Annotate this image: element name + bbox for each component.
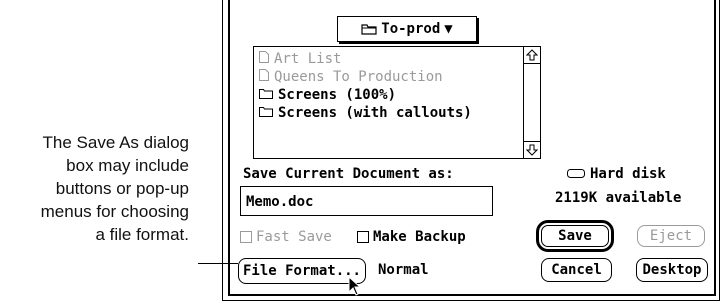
save-button[interactable]: Save — [536, 220, 614, 252]
fast-save-checkbox[interactable]: Fast Save — [240, 229, 332, 245]
document-icon — [259, 50, 269, 68]
eject-button[interactable]: Eject — [637, 225, 705, 247]
list-item[interactable]: Screens (100%) — [254, 86, 522, 104]
disk-name: Hard disk — [590, 166, 666, 182]
folder-name: Screens (100%) — [278, 87, 397, 103]
callout-line: menus for choosing — [40, 202, 189, 221]
scroll-up-arrow-icon[interactable] — [524, 47, 540, 64]
callout-line: The Save As dialog — [42, 133, 189, 152]
checkbox-box — [240, 231, 252, 243]
pointer-cursor-icon — [348, 275, 362, 300]
make-backup-label: Make Backup — [373, 229, 466, 245]
desktop-button[interactable]: Desktop — [636, 258, 708, 282]
document-icon — [259, 68, 269, 86]
callout-line: box may include — [66, 156, 189, 175]
checkbox-box — [357, 231, 369, 243]
fast-save-label: Fast Save — [256, 229, 332, 245]
hard-disk-icon — [567, 166, 585, 182]
callout-text: The Save As dialog box may include butto… — [0, 131, 189, 246]
file-format-value: Normal — [378, 262, 429, 278]
save-document-label: Save Current Document as: — [243, 166, 454, 182]
folder-popup-label: To-prod — [381, 21, 441, 37]
file-list[interactable]: Art List Queens To Production Screens (1… — [253, 46, 541, 159]
chevron-down-icon: ▼ — [444, 21, 453, 37]
list-item[interactable]: Art List — [254, 50, 522, 68]
filename-input[interactable]: Memo.doc — [240, 186, 493, 216]
scroll-down-arrow-icon[interactable] — [524, 141, 540, 158]
file-name: Queens To Production — [274, 69, 443, 85]
folder-popup-menu[interactable]: To-prod ▼ — [337, 16, 477, 42]
disk-available-space: 2119K available — [555, 190, 682, 206]
file-list-scrollbar[interactable] — [523, 47, 540, 158]
folder-name: Screens (with callouts) — [278, 105, 472, 121]
folder-icon — [259, 104, 273, 122]
make-backup-checkbox[interactable]: Make Backup — [357, 229, 466, 245]
callout-line: buttons or pop-up — [55, 179, 189, 198]
file-name: Art List — [274, 51, 342, 67]
list-item[interactable]: Screens (with callouts) — [254, 104, 522, 122]
cancel-button[interactable]: Cancel — [541, 258, 612, 282]
disk-indicator: Hard disk — [567, 166, 666, 182]
list-item[interactable]: Queens To Production — [254, 68, 522, 86]
folder-icon — [259, 86, 273, 104]
callout-line: a file format. — [95, 225, 189, 244]
file-format-button[interactable]: File Format... — [238, 258, 366, 284]
folder-icon — [361, 23, 377, 35]
